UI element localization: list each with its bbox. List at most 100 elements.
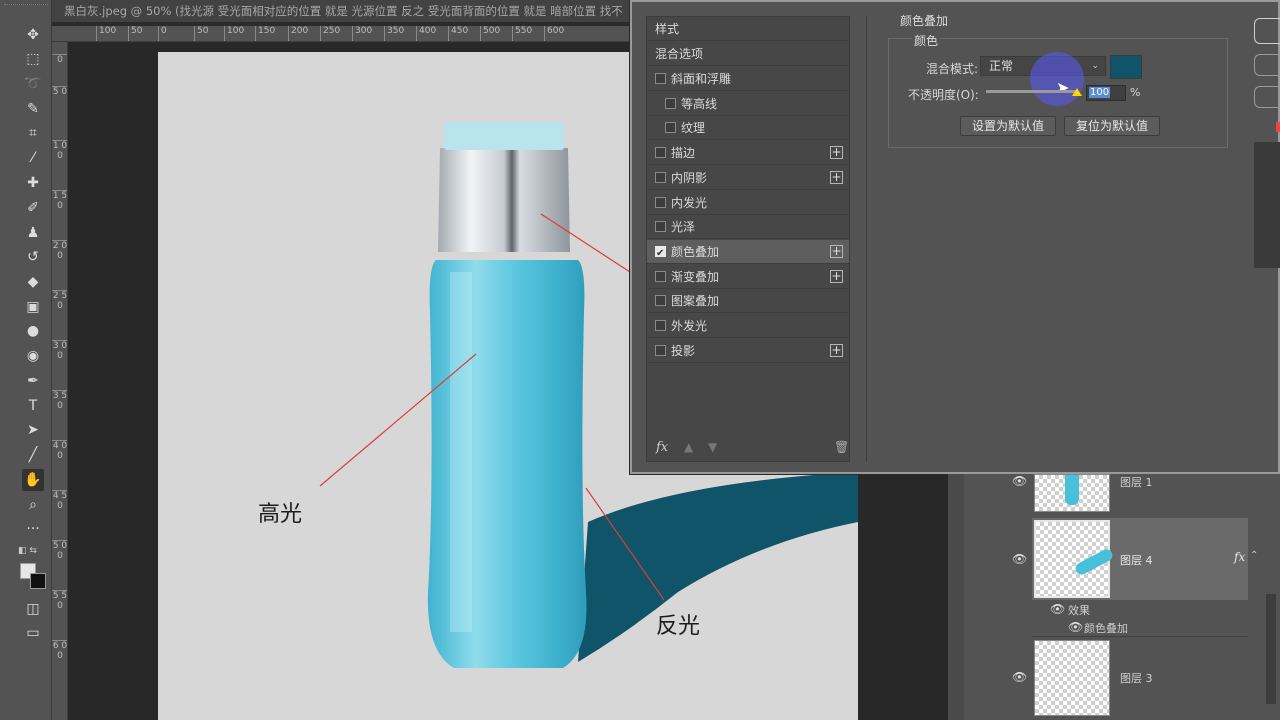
lasso-tool-icon[interactable]: ➰ [22, 73, 44, 95]
blend-options-item[interactable]: 混合选项 [647, 42, 849, 66]
layer-name[interactable]: 图层 1 [1120, 474, 1153, 490]
visibility-eye-icon[interactable]: 👁 [1012, 474, 1027, 488]
style-checkbox[interactable] [655, 242, 666, 266]
overlay-color-swatch[interactable] [1110, 55, 1142, 79]
ruler-tick: 4 5 0 [52, 490, 68, 511]
add-effect-plus-icon[interactable]: + [830, 269, 843, 283]
move-up-icon[interactable]: ▲ [684, 440, 693, 454]
opacity-slider-handle[interactable] [1072, 88, 1082, 96]
line-tool-icon[interactable]: ╱ [22, 444, 44, 466]
style-checkbox[interactable] [655, 147, 666, 159]
ruler-tick: 350 [384, 26, 404, 41]
style-checkbox[interactable] [655, 196, 666, 208]
fx-icon[interactable]: fx [656, 440, 668, 455]
trash-icon[interactable]: 🗑 [834, 440, 849, 454]
visibility-eye-icon[interactable]: 👁 [1012, 552, 1027, 566]
ruler-vertical[interactable]: 0 5 0 1 0 0 1 5 0 2 0 0 2 5 0 3 0 0 3 5 … [52, 42, 68, 720]
style-checkbox[interactable] [655, 295, 666, 307]
quick-select-tool-icon[interactable]: ✎ [22, 98, 44, 120]
dodge-tool-icon[interactable]: ◉ [22, 345, 44, 367]
crop-tool-icon[interactable]: ⌗ [22, 122, 44, 144]
style-item-4[interactable]: 内阴影 + [647, 166, 849, 190]
style-checkbox[interactable] [655, 270, 666, 282]
add-effect-plus-icon[interactable]: + [830, 146, 843, 160]
layer-name[interactable]: 图层 4 [1120, 552, 1153, 568]
style-checkbox[interactable] [655, 320, 666, 331]
styles-header[interactable]: 样式 [647, 17, 849, 41]
move-down-icon[interactable]: ▼ [708, 440, 717, 454]
style-item-label: 外发光 [671, 319, 708, 333]
healing-brush-tool-icon[interactable]: ✚ [22, 172, 44, 194]
reset-default-button[interactable]: 复位为默认值 [1064, 116, 1160, 136]
layer-thumbnail[interactable] [1034, 474, 1110, 512]
style-item-2[interactable]: 纹理 [647, 116, 849, 141]
marquee-tool-icon[interactable]: ⬚ [22, 48, 44, 70]
ruler-tick: 3 0 0 [52, 340, 68, 361]
brush-tool-icon[interactable]: ✐ [22, 197, 44, 219]
layer-name[interactable]: 图层 3 [1120, 670, 1153, 686]
style-item-9[interactable]: 图案叠加 [647, 289, 849, 314]
quick-mask-icon[interactable]: ◫ [22, 598, 44, 620]
style-checkbox[interactable] [655, 344, 666, 356]
ruler-tick: 250 [320, 26, 340, 41]
chevron-up-icon[interactable]: ⌃ [1250, 550, 1258, 561]
style-checkbox[interactable] [655, 171, 666, 183]
style-checkbox[interactable] [655, 73, 666, 84]
new-style-button[interactable] [1254, 86, 1280, 108]
style-checkbox[interactable] [655, 221, 666, 233]
set-default-button[interactable]: 设置为默认值 [960, 116, 1056, 136]
default-colors-icon[interactable]: ◧ ⇆ [18, 546, 37, 556]
effect-item[interactable]: 颜色叠加 [1084, 620, 1128, 636]
style-item-10[interactable]: 外发光 [647, 314, 849, 338]
ruler-tick: 5 5 0 [52, 590, 68, 611]
visibility-eye-icon[interactable]: 👁 [1012, 670, 1027, 684]
opacity-slider-track[interactable] [986, 90, 1076, 93]
style-item-1[interactable]: 等高线 [647, 92, 849, 116]
blend-mode-label: 混合模式: [926, 62, 979, 76]
eyedropper-tool-icon[interactable]: ⁄ [22, 147, 44, 169]
style-item-5[interactable]: 内发光 [647, 191, 849, 215]
style-item-3[interactable]: 描边 + [647, 141, 849, 166]
style-item-11[interactable]: 投影 + [647, 339, 849, 363]
background-color-swatch[interactable] [30, 573, 46, 589]
history-brush-tool-icon[interactable]: ↺ [22, 246, 44, 268]
hand-tool-icon[interactable]: ✋ [22, 469, 44, 491]
style-item-0[interactable]: 斜面和浮雕 [647, 67, 849, 91]
zoom-tool-icon[interactable]: ⌕ [22, 494, 44, 516]
mouse-cursor-icon: ➤ [1056, 78, 1070, 97]
more-tools-icon[interactable]: ··· [22, 518, 44, 540]
add-effect-plus-icon[interactable]: + [830, 170, 843, 184]
screen-mode-icon[interactable]: ▭ [22, 622, 44, 644]
pen-tool-icon[interactable]: ✒ [22, 370, 44, 392]
gradient-tool-icon[interactable]: ▣ [22, 296, 44, 318]
panel-grip[interactable] [4, 4, 48, 12]
type-tool-icon[interactable]: T [22, 395, 44, 417]
blur-tool-icon[interactable]: ● [22, 320, 44, 342]
blend-mode-value: 正常 [989, 59, 1014, 73]
cancel-button[interactable] [1254, 54, 1280, 76]
add-effect-plus-icon[interactable]: + [830, 244, 843, 258]
ruler-tick: 400 [416, 26, 436, 41]
layer-thumbnail[interactable] [1034, 520, 1115, 598]
eraser-tool-icon[interactable]: ◆ [22, 271, 44, 293]
style-item-6[interactable]: 光泽 [647, 215, 849, 240]
style-checkbox[interactable] [665, 97, 676, 109]
visibility-eye-icon[interactable]: 👁 [1068, 620, 1083, 634]
ruler-tick: 150 [255, 26, 275, 41]
opacity-input[interactable]: 100 [1086, 85, 1126, 101]
ruler-horizontal[interactable]: 100 50 0 50 100 150 200 250 300 350 400 … [52, 26, 632, 42]
fx-badge-icon[interactable]: fx [1234, 550, 1245, 564]
style-checkbox[interactable] [665, 122, 676, 134]
move-tool-icon[interactable]: ✥ [22, 24, 44, 46]
style-item-7[interactable]: 颜色叠加 + [647, 239, 849, 266]
opacity-slider-fill [986, 90, 1076, 93]
layer-thumbnail[interactable] [1034, 640, 1110, 716]
clone-stamp-tool-icon[interactable]: ♟ [22, 222, 44, 244]
visibility-eye-icon[interactable]: 👁 [1050, 602, 1065, 616]
add-effect-plus-icon[interactable]: + [830, 343, 843, 357]
style-item-8[interactable]: 渐变叠加 + [647, 265, 849, 289]
ok-button[interactable] [1254, 18, 1280, 44]
path-select-tool-icon[interactable]: ➤ [22, 419, 44, 441]
ruler-tick: 4 0 0 [52, 440, 68, 461]
layers-scrollbar[interactable] [1266, 594, 1276, 704]
